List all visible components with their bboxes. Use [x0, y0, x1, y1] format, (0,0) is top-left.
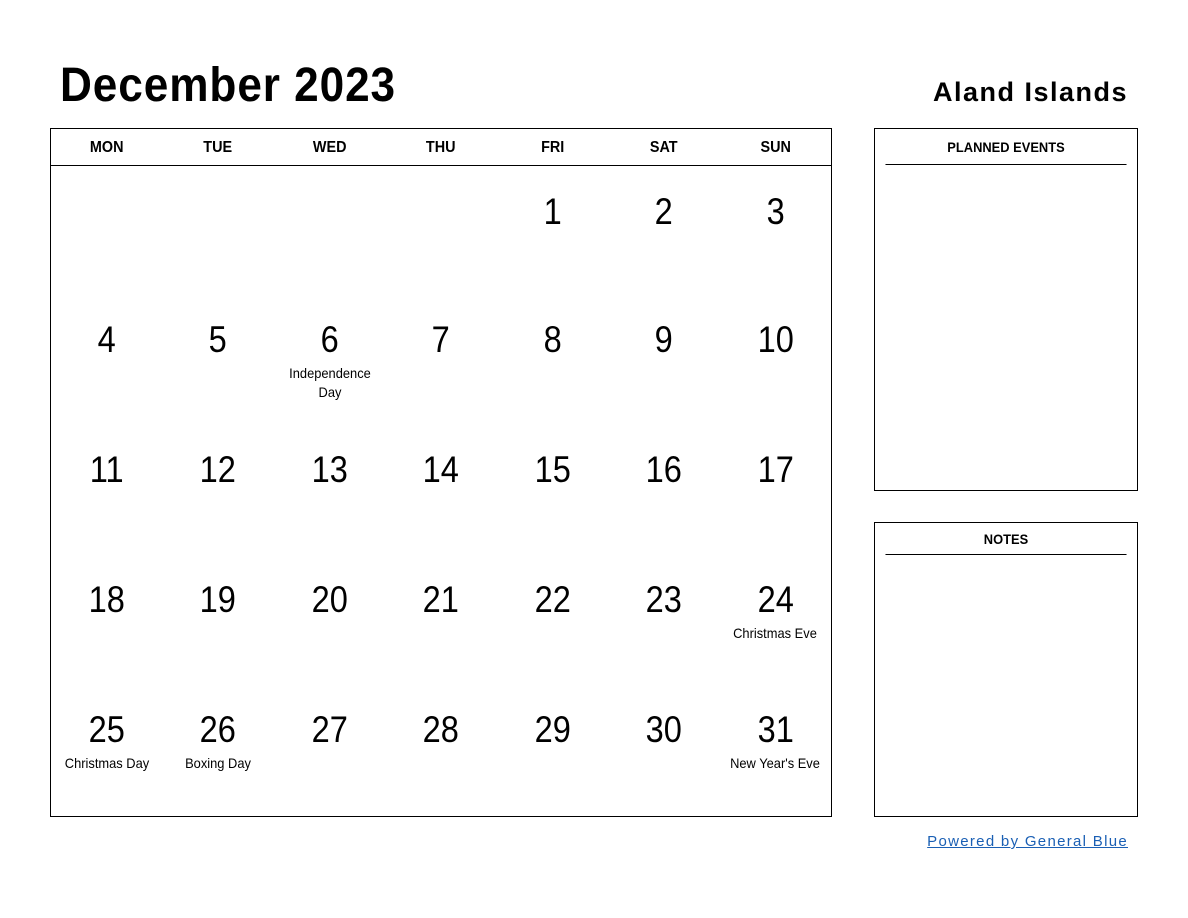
day-cell[interactable]: 13 — [274, 426, 385, 556]
day-cell[interactable]: 15 — [497, 426, 608, 556]
calendar-grid: MON TUE WED THU FRI SAT SUN 1 2 3 4 5 6 Indepe… — [50, 128, 832, 817]
weekday-thu: THU — [426, 139, 456, 156]
holiday-label: Christmas Day — [64, 755, 149, 771]
region-name: Aland Islands — [932, 77, 1128, 107]
day-cell[interactable]: 31 New Year's Eve — [720, 686, 831, 816]
day-number: 17 — [757, 449, 794, 490]
empty-day-cell — [274, 166, 385, 296]
notes-heading: NOTES — [885, 523, 1127, 555]
planned-events-area[interactable] — [875, 165, 1137, 490]
weekday-fri: FRI — [540, 139, 564, 156]
notes-area[interactable] — [875, 555, 1137, 816]
day-cell[interactable]: 7 — [385, 296, 496, 426]
day-number: 21 — [422, 579, 460, 620]
planned-events-panel: PLANNED EVENTS — [874, 128, 1138, 491]
weekday-sun: SUN — [760, 139, 791, 156]
day-cell[interactable]: 20 — [274, 556, 385, 686]
day-cell[interactable]: 14 — [385, 426, 496, 556]
day-number: 13 — [311, 449, 348, 490]
powered-by-link[interactable]: Powered by General Blue — [927, 832, 1128, 852]
day-number: 31 — [757, 709, 794, 750]
weekday-header: MON TUE WED THU FRI SAT SUN — [51, 129, 831, 166]
weekday-mon: MON — [89, 139, 124, 156]
day-cell[interactable]: 22 — [497, 556, 608, 686]
holiday-label: New Year's Eve — [730, 755, 821, 771]
day-cell[interactable]: 4 — [51, 296, 162, 426]
day-number: 11 — [89, 449, 124, 490]
day-number: 10 — [757, 319, 794, 360]
day-number: 9 — [654, 319, 673, 360]
day-cell[interactable]: 3 — [720, 166, 831, 296]
day-number: 26 — [200, 709, 237, 750]
holiday-label: Christmas Eve — [733, 625, 818, 641]
day-number: 30 — [645, 709, 682, 750]
day-number: 3 — [766, 191, 785, 232]
day-cell[interactable]: 6 Independence Day — [274, 296, 385, 426]
notes-panel: NOTES — [874, 522, 1138, 817]
day-number: 15 — [534, 449, 571, 490]
day-number: 8 — [543, 319, 562, 360]
day-cell[interactable]: 29 — [497, 686, 608, 816]
day-cell[interactable]: 28 — [385, 686, 496, 816]
day-number: 22 — [534, 579, 571, 620]
day-cell[interactable]: 19 — [162, 556, 273, 686]
day-cell[interactable]: 18 — [51, 556, 162, 686]
day-cell[interactable]: 27 — [274, 686, 385, 816]
day-cell[interactable]: 10 — [720, 296, 831, 426]
day-number: 19 — [200, 579, 237, 620]
empty-day-cell — [385, 166, 496, 296]
day-cell[interactable]: 24 Christmas Eve — [720, 556, 831, 686]
weekday-wed: WED — [312, 139, 347, 156]
weekday-sat: SAT — [649, 139, 678, 156]
day-number: 14 — [422, 449, 460, 490]
empty-day-cell — [162, 166, 273, 296]
day-number: 2 — [654, 191, 673, 232]
day-number: 5 — [209, 319, 228, 360]
day-cell[interactable]: 23 — [608, 556, 719, 686]
planned-events-heading: PLANNED EVENTS — [885, 129, 1127, 165]
day-number: 20 — [311, 579, 348, 620]
day-cell[interactable]: 30 — [608, 686, 719, 816]
weekday-tue: TUE — [203, 139, 233, 156]
day-number: 4 — [97, 319, 116, 360]
day-cell[interactable]: 17 — [720, 426, 831, 556]
day-number: 1 — [543, 191, 562, 232]
day-cell[interactable]: 2 — [608, 166, 719, 296]
day-cell[interactable]: 1 — [497, 166, 608, 296]
day-number: 6 — [320, 319, 339, 360]
day-number: 23 — [645, 579, 682, 620]
day-cell[interactable]: 16 — [608, 426, 719, 556]
page-title: December 2023 — [60, 59, 397, 112]
day-number: 18 — [88, 579, 125, 620]
day-cell[interactable]: 26 Boxing Day — [162, 686, 273, 816]
day-number: 16 — [645, 449, 682, 490]
day-number: 28 — [422, 709, 460, 750]
day-number: 29 — [534, 709, 571, 750]
empty-day-cell — [51, 166, 162, 296]
day-cell[interactable]: 5 — [162, 296, 273, 426]
holiday-label: Boxing Day — [185, 755, 252, 771]
day-cell[interactable]: 25 Christmas Day — [51, 686, 162, 816]
day-cell[interactable]: 12 — [162, 426, 273, 556]
day-cell[interactable]: 9 — [608, 296, 719, 426]
holiday-label: Independence Day — [288, 365, 371, 400]
day-number: 12 — [200, 449, 237, 490]
day-cell[interactable]: 21 — [385, 556, 496, 686]
day-number: 24 — [757, 579, 794, 620]
day-grid: 1 2 3 4 5 6 Independence Day 7 8 9 10 11 12 13 14 15 16 1… — [51, 166, 831, 816]
day-cell[interactable]: 8 — [497, 296, 608, 426]
day-number: 27 — [311, 709, 348, 750]
day-cell[interactable]: 11 — [51, 426, 162, 556]
day-number: 25 — [88, 709, 125, 750]
day-number: 7 — [431, 319, 451, 360]
